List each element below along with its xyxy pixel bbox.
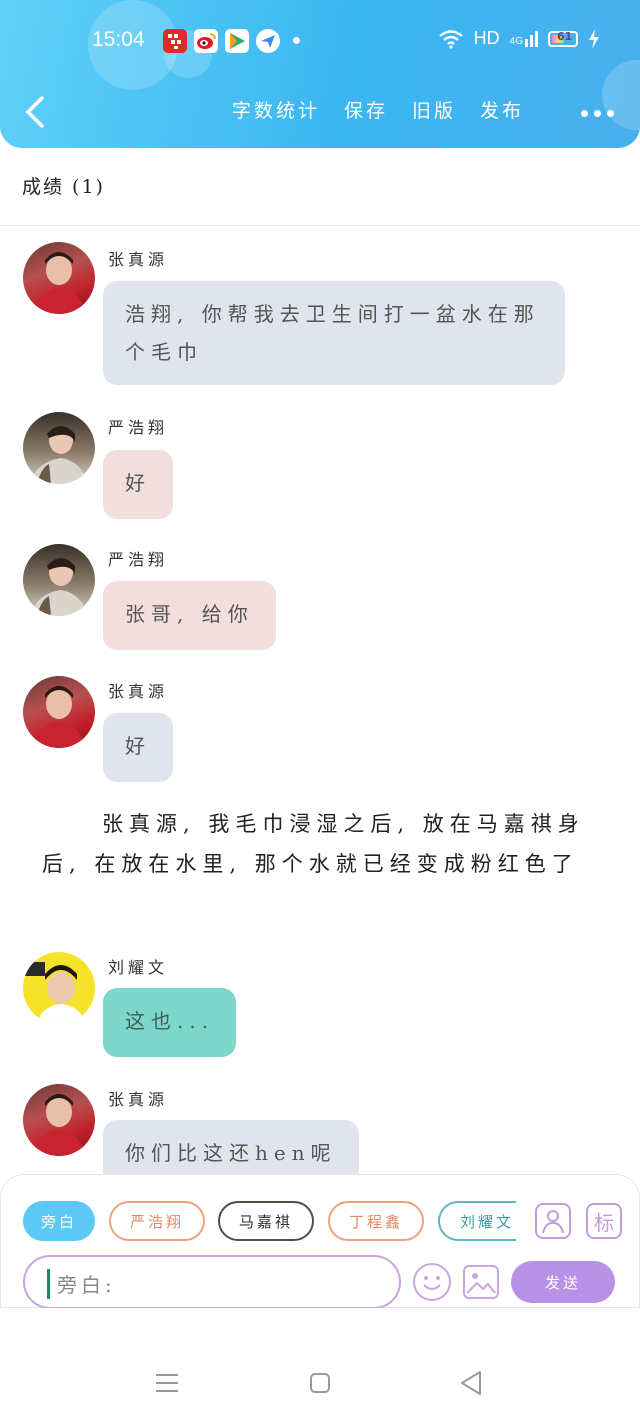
send-label: 发送 xyxy=(544,1273,581,1292)
smiley-icon xyxy=(423,1276,441,1290)
send-app-icon xyxy=(256,29,280,53)
weibo-icon xyxy=(194,29,218,53)
role-chip-label: 刘耀文 xyxy=(460,1212,515,1231)
message-text: 张哥, 给你 xyxy=(125,602,254,626)
role-chip-label: 马嘉祺 xyxy=(238,1212,293,1231)
send-button[interactable]: 发送 xyxy=(511,1261,615,1303)
message-bubble[interactable]: 好 xyxy=(103,450,173,519)
message-text: 这也... xyxy=(125,1009,215,1033)
text-caret xyxy=(47,1269,50,1299)
message-bubble[interactable]: 好 xyxy=(103,713,173,782)
status-right: HD 4G 61 xyxy=(438,28,600,49)
app-header: 15:04 HD 4G 61 字数统计 保存 旧版 发布 xyxy=(0,0,640,148)
message-text: 你们比这还hen呢 xyxy=(125,1141,337,1165)
person-icon xyxy=(542,1210,564,1234)
role-chip-label: 旁白 xyxy=(40,1212,77,1231)
more-notifications-dot xyxy=(293,37,300,44)
role-chip-label: 丁程鑫 xyxy=(348,1212,403,1231)
speaker-name: 刘耀文 xyxy=(108,958,169,977)
signal-icon: 4G xyxy=(509,30,538,47)
save-button[interactable]: 保存 xyxy=(344,96,388,123)
more-options-icon[interactable] xyxy=(581,110,614,117)
message-text: 好 xyxy=(125,471,151,495)
add-character-button[interactable] xyxy=(535,1203,571,1239)
avatar[interactable] xyxy=(23,676,95,748)
input-placeholder: 旁白: xyxy=(57,1273,116,1297)
avatar[interactable] xyxy=(23,544,95,616)
score-label[interactable]: 成绩 (1) xyxy=(22,172,105,199)
speaker-name: 严浩翔 xyxy=(108,418,169,437)
message-bubble[interactable]: 你们比这还hen呢 xyxy=(103,1120,359,1174)
image-button[interactable] xyxy=(463,1265,499,1299)
role-chip-ma-jiaqi[interactable]: 马嘉祺 xyxy=(218,1201,314,1241)
message-bubble[interactable]: 浩翔, 你帮我去卫生间打一盆水在那个毛巾 xyxy=(103,281,565,385)
header-menu: 字数统计 保存 旧版 发布 xyxy=(232,96,524,123)
avatar[interactable] xyxy=(23,412,95,484)
message-bubble[interactable]: 张哥, 给你 xyxy=(103,581,276,650)
wifi-icon xyxy=(438,29,463,49)
avatar[interactable] xyxy=(23,1084,95,1156)
app-notification-icon xyxy=(163,29,187,53)
network-type: HD xyxy=(473,28,500,48)
avatar[interactable] xyxy=(23,242,95,314)
role-chip-narrator[interactable]: 旁白 xyxy=(23,1201,95,1241)
composer-panel: 旁白 严浩翔 马嘉祺 丁程鑫 刘耀文 标 旁白: 发送 xyxy=(0,1174,640,1309)
image-icon xyxy=(466,1273,496,1294)
message-text: 好 xyxy=(125,734,151,758)
message-input[interactable]: 旁白: xyxy=(23,1255,401,1309)
score-bar: 成绩 (1) xyxy=(0,148,640,226)
charging-icon xyxy=(589,28,599,49)
role-chip-yan-haoxiang[interactable]: 严浩翔 xyxy=(109,1201,205,1241)
system-nav-bar xyxy=(0,1308,640,1422)
back-nav-icon[interactable] xyxy=(459,1370,483,1396)
header-decoration xyxy=(602,60,640,130)
old-version-button[interactable]: 旧版 xyxy=(412,96,456,123)
status-bar: 15:04 HD 4G 61 xyxy=(0,22,640,58)
role-chip-liu-yaowen[interactable]: 刘耀文 xyxy=(438,1201,516,1241)
back-button[interactable] xyxy=(22,94,50,130)
avatar[interactable] xyxy=(23,952,95,1024)
word-count-button[interactable]: 字数统计 xyxy=(232,96,320,123)
tag-button[interactable]: 标 xyxy=(586,1203,622,1239)
video-app-icon xyxy=(225,29,249,53)
battery-icon: 61 xyxy=(548,29,578,47)
signal-label: 4G xyxy=(509,35,523,47)
battery-level: 61 xyxy=(557,29,573,43)
status-time: 15:04 xyxy=(92,28,145,51)
speaker-name: 严浩翔 xyxy=(108,550,169,569)
speaker-name: 张真源 xyxy=(108,1090,169,1109)
home-icon[interactable] xyxy=(309,1372,331,1394)
message-text: 浩翔, 你帮我去卫生间打一盆水在那个毛巾 xyxy=(125,302,540,364)
publish-button[interactable]: 发布 xyxy=(480,96,524,123)
narration-text[interactable]: 张真源, 我毛巾浸湿之后, 放在马嘉祺身后, 在放在水里, 那个水就已经变成粉红… xyxy=(42,804,612,884)
speaker-name: 张真源 xyxy=(108,250,169,269)
emoji-button[interactable] xyxy=(413,1263,451,1301)
chevron-left-icon xyxy=(25,96,44,128)
menu-icon[interactable] xyxy=(155,1372,179,1394)
role-chip-label: 严浩翔 xyxy=(129,1212,184,1231)
speaker-name: 张真源 xyxy=(108,682,169,701)
chat-area[interactable]: 张真源 浩翔, 你帮我去卫生间打一盆水在那个毛巾 严浩翔 好 严浩翔 张哥, 给… xyxy=(0,226,640,1174)
tag-label: 标 xyxy=(594,1210,614,1235)
message-bubble[interactable]: 这也... xyxy=(103,988,237,1057)
role-chip-ding-chengxin[interactable]: 丁程鑫 xyxy=(328,1201,424,1241)
